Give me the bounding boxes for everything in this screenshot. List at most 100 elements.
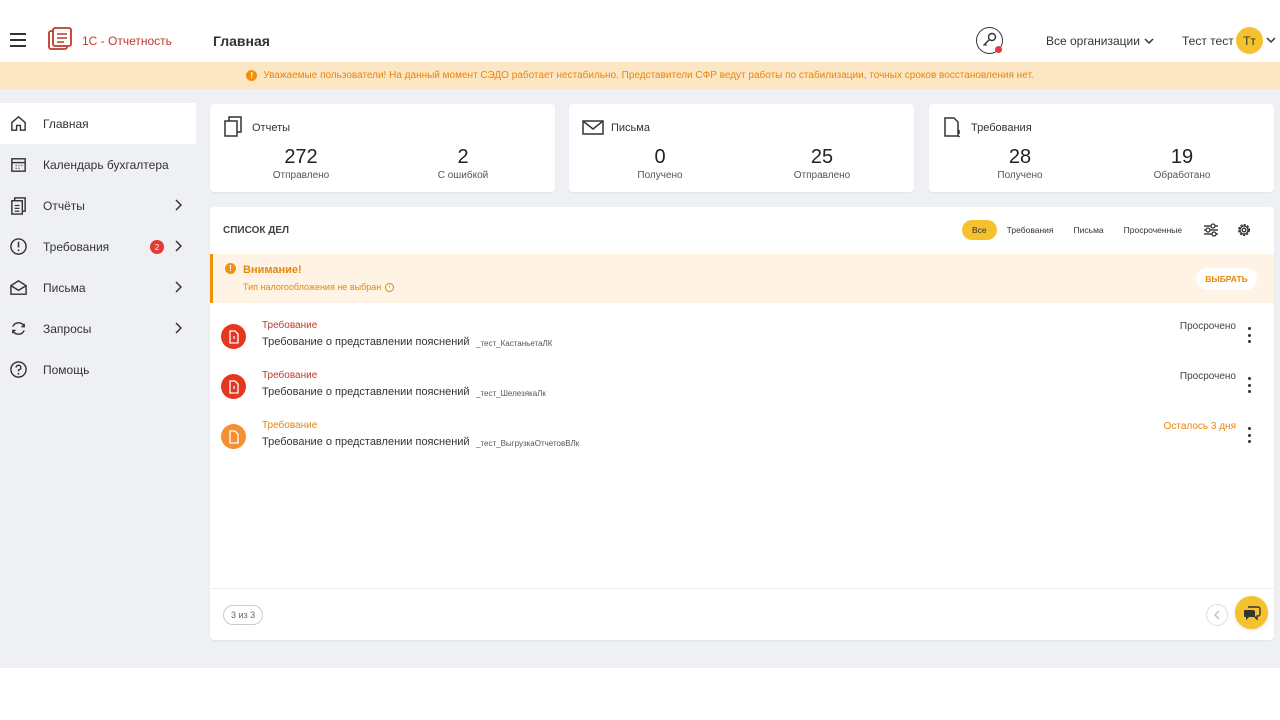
metric-received[interactable]: 28 Получено	[960, 146, 1080, 181]
metric-sent[interactable]: 25 Отправлено	[762, 146, 882, 181]
filter-tabs: Все Требования Письма Просроченные	[962, 220, 1192, 240]
sidebar-item-label: Запросы	[43, 321, 92, 336]
more-icon[interactable]	[1248, 327, 1252, 343]
envelope-icon	[582, 120, 604, 135]
sidebar-item-requirements[interactable]: Требования 2	[0, 226, 196, 267]
requirements-card[interactable]: Требования 28 Получено 19 Обработано	[929, 104, 1274, 192]
sidebar-item-label: Письма	[43, 280, 86, 295]
sliders-icon[interactable]	[1203, 222, 1219, 238]
card-title: Отчеты	[252, 122, 291, 134]
chevron-down-icon	[1144, 38, 1154, 45]
metric-errors[interactable]: 2 С ошибкой	[403, 146, 523, 181]
app-root: 1С - Отчетность Главная Все организации …	[0, 0, 1280, 668]
alert-message: Тип налогообложения не выбран	[243, 282, 382, 292]
banner-text: Уважаемые пользователи! На данный момент…	[263, 70, 1034, 81]
divider	[210, 588, 1274, 589]
task-row[interactable]: Требование Требование о представлении по…	[210, 363, 1274, 412]
choose-button[interactable]: ВЫБРАТЬ	[1196, 268, 1257, 290]
task-status: Просрочено	[1179, 321, 1236, 332]
sidebar: Главная Календарь бухгалтера Отчёты Треб…	[0, 103, 196, 390]
gear-icon[interactable]	[1236, 222, 1252, 238]
metric-label: Обработано	[1153, 170, 1211, 181]
metric-value: 25	[810, 146, 834, 168]
info-icon[interactable]: i	[385, 282, 395, 292]
prev-page-button[interactable]	[1206, 604, 1228, 626]
metric-label: Отправлено	[793, 170, 851, 181]
metric-received[interactable]: 0 Получено	[600, 146, 720, 181]
user-name[interactable]: Тест тест	[1182, 34, 1234, 48]
task-row[interactable]: Требование Требование о представлении по…	[210, 313, 1274, 362]
filter-letters[interactable]: Письма	[1064, 220, 1114, 240]
metric-processed[interactable]: 19 Обработано	[1122, 146, 1242, 181]
task-type: Требование	[262, 420, 318, 431]
panel-title: Список дел	[223, 225, 290, 236]
metric-value: 2	[457, 146, 469, 168]
document-alert-icon	[944, 117, 960, 138]
help-icon	[10, 361, 27, 378]
card-title: Письма	[611, 122, 650, 134]
notification-dot	[995, 46, 1002, 53]
sidebar-item-home[interactable]: Главная	[0, 103, 196, 144]
pagination-counter: 3 из 3	[223, 605, 264, 625]
chevron-right-icon	[175, 199, 182, 211]
metric-value: 0	[654, 146, 666, 168]
task-status-badge	[221, 374, 246, 399]
sidebar-item-calendar[interactable]: Календарь бухгалтера	[0, 144, 196, 185]
metric-value: 19	[1170, 146, 1194, 168]
sidebar-item-help[interactable]: Помощь	[0, 349, 196, 390]
organization-select[interactable]: Все организации	[1046, 34, 1154, 48]
warning-icon: !	[225, 263, 236, 274]
task-row[interactable]: Требование Требование о представлении по…	[210, 413, 1274, 462]
task-type: Требование	[262, 370, 318, 381]
mail-open-icon	[10, 280, 27, 295]
menu-icon[interactable]	[10, 33, 26, 47]
reports-card[interactable]: Отчеты 272 Отправлено 2 С ошибкой	[210, 104, 555, 192]
task-status: Просрочено	[1179, 371, 1236, 382]
chat-button[interactable]	[1235, 596, 1268, 629]
calendar-icon	[11, 158, 26, 172]
sidebar-item-requests[interactable]: Запросы	[0, 308, 196, 349]
task-name: Требование о представлении пояснений	[262, 336, 470, 348]
metric-value: 272	[284, 146, 318, 168]
sidebar-item-letters[interactable]: Письма	[0, 267, 196, 308]
chevron-down-icon[interactable]	[1266, 36, 1276, 44]
chevron-right-icon	[175, 240, 182, 252]
refresh-icon	[12, 322, 25, 335]
alert-circle-icon	[10, 238, 27, 255]
document-icon	[228, 429, 239, 444]
organization-select-label: Все организации	[1046, 34, 1140, 48]
sidebar-item-reports[interactable]: Отчёты	[0, 185, 196, 226]
sidebar-item-label: Календарь бухгалтера	[43, 157, 169, 172]
sidebar-item-label: Отчёты	[43, 198, 85, 213]
alert-title: Внимание!	[243, 264, 302, 276]
metric-value: 28	[1008, 146, 1032, 168]
more-icon[interactable]	[1248, 377, 1252, 393]
task-type: Требование	[262, 320, 318, 331]
sidebar-item-label: Главная	[43, 116, 89, 131]
task-name: Требование о представлении пояснений	[262, 436, 470, 448]
task-status-badge	[221, 424, 246, 449]
chevron-right-icon	[175, 322, 182, 334]
filter-all[interactable]: Все	[962, 220, 997, 240]
more-icon[interactable]	[1248, 427, 1252, 443]
document-alert-icon	[228, 329, 239, 344]
avatar[interactable]: Тт	[1236, 27, 1263, 54]
metric-label: С ошибкой	[437, 170, 489, 181]
letters-card[interactable]: Письма 0 Получено 25 Отправлено	[569, 104, 914, 192]
tasks-panel: Список дел Все Требования Письма Просроч…	[210, 207, 1274, 640]
metric-label: Получено	[637, 170, 683, 181]
task-organization: _тест_КастаньетаЛК	[476, 339, 553, 348]
document-alert-icon	[228, 379, 239, 394]
count-badge: 2	[150, 240, 164, 254]
brand-name[interactable]: 1С - Отчетность	[82, 34, 172, 48]
task-status-badge	[221, 324, 246, 349]
documents-icon	[224, 116, 242, 137]
metric-sent[interactable]: 272 Отправлено	[241, 146, 361, 181]
tax-alert: ! Внимание! Тип налогообложения не выбра…	[210, 254, 1274, 303]
task-organization: _тест_ШелезякаЛк	[476, 389, 546, 398]
filter-overdue[interactable]: Просроченные	[1114, 220, 1192, 240]
filter-requirements[interactable]: Требования	[997, 220, 1064, 240]
task-organization: _тест_ВыгрузкаОтчетовВЛк	[476, 439, 580, 448]
warning-icon: !	[246, 70, 258, 81]
alert-text: Тип налогообложения не выбран i	[243, 282, 395, 292]
